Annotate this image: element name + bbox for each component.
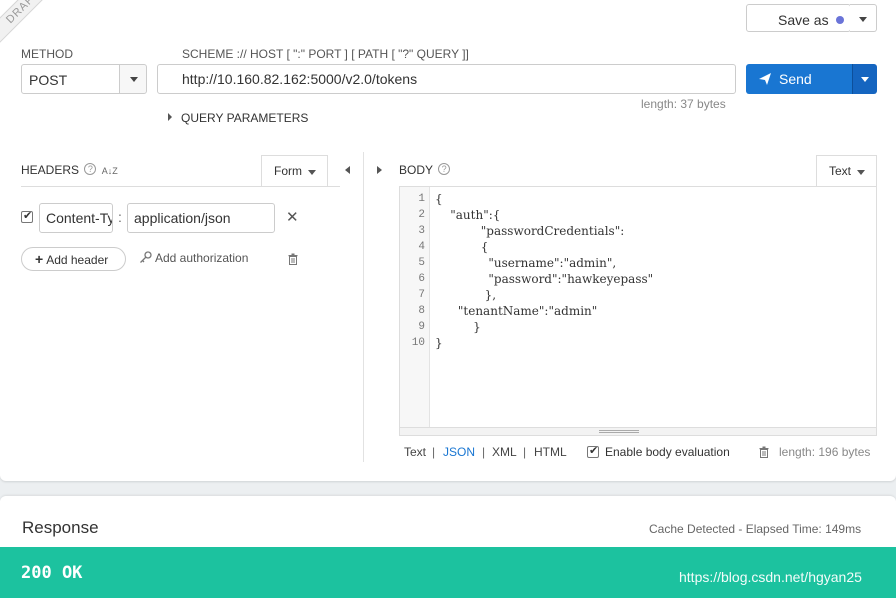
format-json[interactable]: JSON [443,445,475,459]
add-authorization-label: Add authorization [155,251,249,265]
chevron-down-icon [859,17,867,22]
body-editor[interactable]: 1 2 3 4 5 6 7 8 9 10 { "auth":{ "passwor… [399,187,877,428]
method-value: POST [29,72,68,88]
chevron-down-icon [308,170,316,175]
add-header-label: Add header [46,253,109,267]
chevron-right-icon [168,113,172,121]
response-panel: Response Cache Detected - Elapsed Time: … [0,496,896,598]
format-text[interactable]: Text [404,445,426,459]
help-icon[interactable]: ? [84,163,97,175]
save-as-button[interactable]: Save as [746,4,851,32]
body-label: BODY [399,163,433,177]
send-button[interactable]: Send [746,64,852,94]
send-label: Send [779,71,812,87]
chevron-down-icon [130,77,138,82]
response-meta: Cache Detected - Elapsed Time: 149ms [649,522,862,536]
method-label: METHOD [21,47,73,61]
body-length: length: 196 bytes [779,445,871,459]
code-line: "password":"hawkeyepass" [435,272,654,286]
unsaved-dot-icon [836,16,844,24]
enable-body-evaluation-label: Enable body evaluation [605,445,730,459]
remove-header-icon[interactable]: ✕ [286,208,299,226]
code-line: "username":"admin", [435,256,617,270]
format-separator: | [432,445,436,459]
format-html[interactable]: HTML [534,445,567,459]
headers-heading: HEADERS ? A↓Z [21,163,118,177]
plus-icon: + [35,251,44,267]
line-number: 4 [418,241,425,253]
sort-az-icon[interactable]: A↓Z [102,166,118,176]
editor-resize-handle[interactable] [399,428,877,436]
send-dropdown-button[interactable] [852,64,877,94]
url-length: length: 37 bytes [641,97,726,111]
paper-plane-icon [759,73,771,85]
headers-form-tab[interactable]: Form [261,155,328,187]
format-separator: | [482,445,486,459]
method-select[interactable]: POST [21,64,120,94]
header-colon: : [118,209,122,225]
line-number: 7 [418,289,425,301]
header-value-input[interactable]: application/json [127,203,275,233]
line-number: 1 [418,193,425,205]
code-line: } [435,320,481,334]
enable-body-evaluation-checkbox[interactable] [587,444,599,458]
line-number: 2 [418,209,425,221]
format-xml[interactable]: XML [492,445,517,459]
query-parameters-toggle[interactable]: QUERY PARAMETERS [168,111,308,125]
trash-icon[interactable] [288,253,298,265]
code-line: { [435,240,489,254]
watermark: https://blog.csdn.net/hgyan25 [679,569,862,585]
line-number: 8 [418,305,425,317]
help-icon[interactable]: ? [438,163,451,175]
save-as-dropdown-button[interactable] [850,4,877,32]
add-authorization-button[interactable]: Add authorization [139,251,248,265]
headers-divider [21,186,340,187]
trash-icon[interactable] [759,446,769,458]
draft-ribbon: DRAFT [0,0,62,46]
save-as-label: Save as [778,12,829,28]
code-line: "tenantName":"admin" [435,304,598,318]
line-number: 10 [411,337,425,349]
format-separator: | [523,445,527,459]
panel-divider[interactable] [363,152,364,462]
query-parameters-label: QUERY PARAMETERS [181,111,309,125]
body-heading: BODY ? [399,163,451,177]
url-input[interactable]: http://10.160.82.162:5000/v2.0/tokens [157,64,736,94]
code-line: "auth":{ [435,208,501,222]
code-line: { [435,192,443,206]
collapse-left-icon[interactable] [345,166,350,174]
method-dropdown-button[interactable] [119,64,147,94]
response-title: Response [22,518,99,537]
body-text-tab[interactable]: Text [816,155,877,187]
status-bar: 200 OK https://blog.csdn.net/hgyan25 [0,547,896,598]
chevron-down-icon [857,170,865,175]
code-line: } [435,336,443,350]
line-number: 3 [418,225,425,237]
header-enabled-checkbox[interactable] [21,209,33,223]
chevron-down-icon [861,77,869,82]
scheme-label: SCHEME :// HOST [ ":" PORT ] [ PATH [ "?… [182,47,469,61]
headers-label: HEADERS [21,163,80,177]
editor-gutter: 1 2 3 4 5 6 7 8 9 10 [400,187,430,427]
code-line: }, [435,288,497,302]
body-text-tab-label: Text [829,164,852,178]
request-panel: DRAFT Save as METHOD POST SCHEME :// HOS… [0,0,896,481]
collapse-right-icon[interactable] [377,166,382,174]
code-line: "passwordCredentials": [435,224,625,238]
headers-form-tab-label: Form [274,164,302,178]
add-header-button[interactable]: + Add header [21,247,126,271]
key-icon [140,251,152,263]
status-code: 200 OK [21,563,83,583]
line-number: 5 [418,257,425,269]
grip-icon [599,430,639,433]
header-name-input[interactable]: Content-Type [39,203,113,233]
line-number: 6 [418,273,425,285]
line-number: 9 [418,321,425,333]
